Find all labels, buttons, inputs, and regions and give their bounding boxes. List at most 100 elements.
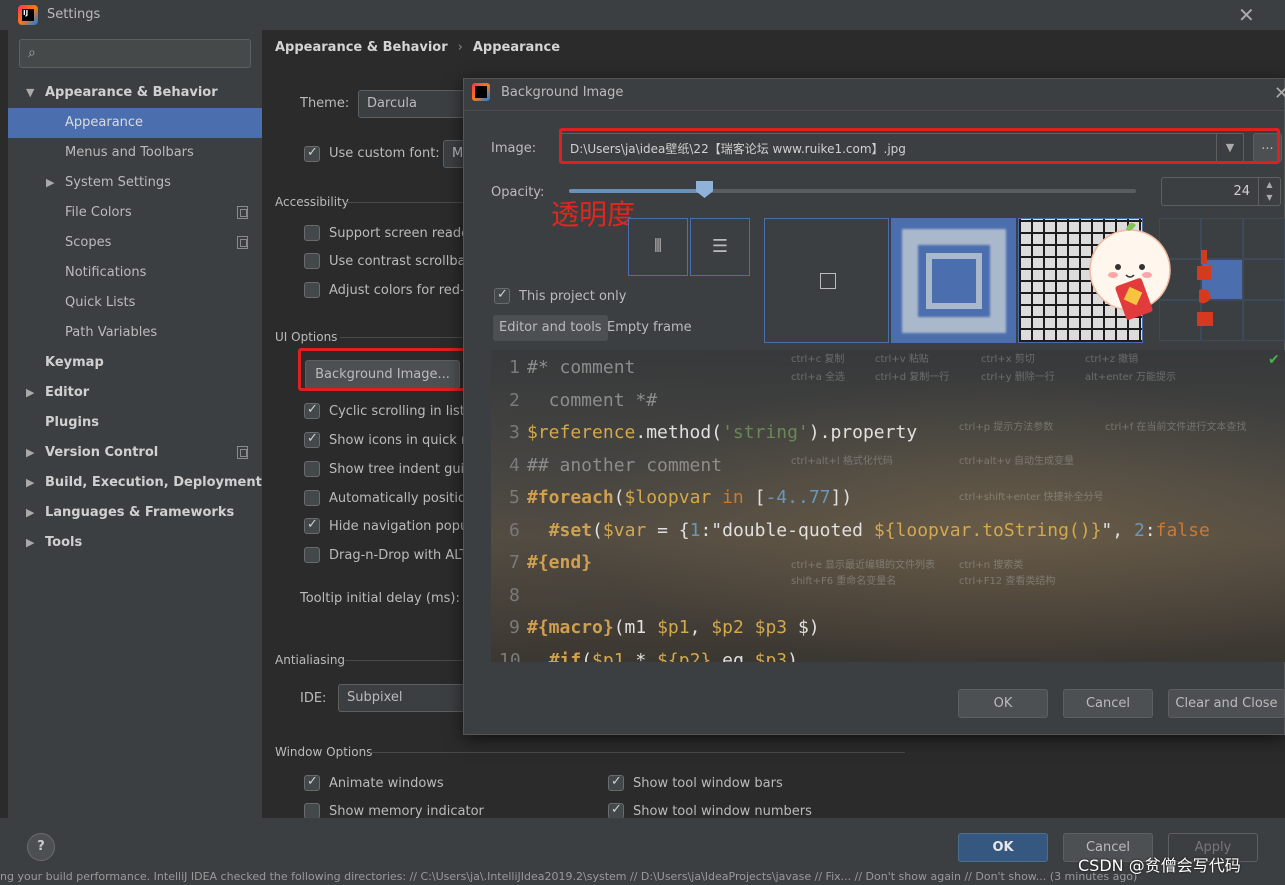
- chevron-right-icon[interactable]: ▶: [46, 168, 54, 198]
- cyclic-scrolling-checkbox[interactable]: [304, 402, 320, 419]
- close-icon[interactable]: ✕: [1238, 3, 1255, 27]
- shortcut-text: ctrl+f 在当前文件进行文本查找: [1105, 422, 1247, 433]
- project-level-icon: [237, 206, 248, 219]
- line-number: 4: [509, 455, 520, 476]
- code-line-5: #foreach($loopvar in [-4..77]): [527, 487, 853, 508]
- cyclic-scrolling-label: Cyclic scrolling in list: [329, 404, 465, 419]
- chevron-right-icon[interactable]: ▶: [26, 528, 34, 558]
- tooltip-delay-label: Tooltip initial delay (ms):: [300, 591, 460, 606]
- chevron-right-icon[interactable]: ▶: [26, 468, 34, 498]
- sidebar-item-notifications[interactable]: Notifications: [8, 258, 262, 288]
- red-figure-svg: [1197, 250, 1213, 326]
- section-divider: [340, 337, 465, 338]
- auto-position-checkbox[interactable]: [304, 490, 320, 506]
- opacity-slider-track[interactable]: [569, 189, 1136, 193]
- breadcrumb-current: Appearance: [472, 40, 561, 55]
- close-icon[interactable]: ✕: [1274, 83, 1285, 104]
- antialiasing-section: Antialiasing: [275, 653, 346, 667]
- code-line-3: $reference.method('string').property: [527, 422, 918, 443]
- sidebar-item-menus-toolbars[interactable]: Menus and Toolbars: [8, 138, 262, 168]
- watermark-text: CSDN @贫僧会写代码: [1078, 856, 1241, 875]
- memory-indicator-checkbox[interactable]: [304, 803, 320, 819]
- window-title: Settings: [47, 7, 101, 22]
- anchor-cell[interactable]: [1243, 259, 1285, 300]
- sidebar-item-path-variables[interactable]: Path Variables: [8, 318, 262, 348]
- tool-window-bars-label: Show tool window bars: [633, 776, 783, 791]
- dialog-cancel-button[interactable]: Cancel: [1063, 689, 1153, 718]
- align-horizontal-center-icon[interactable]: ⫴: [628, 218, 688, 276]
- ide-antialiasing-select[interactable]: Subpixel: [338, 684, 466, 712]
- shortcut-text: ctrl+p 提示方法参数: [959, 422, 1054, 433]
- sidebar-item-editor[interactable]: ▶ Editor: [8, 378, 262, 408]
- anchor-cell[interactable]: [1243, 218, 1285, 259]
- section-divider: [345, 660, 465, 661]
- this-project-only-label: This project only: [519, 289, 627, 304]
- spinner-arrows-icon[interactable]: ▲ ▼: [1258, 178, 1280, 205]
- line-number: 8: [509, 585, 520, 606]
- theme-select[interactable]: Darcula: [358, 90, 468, 118]
- screen-readers-label: Support screen readers: [329, 226, 482, 241]
- tool-window-numbers-checkbox[interactable]: [608, 802, 624, 819]
- chevron-right-icon[interactable]: ▶: [26, 378, 34, 408]
- clear-and-close-button[interactable]: Clear and Close: [1168, 689, 1285, 718]
- code-line-1: #* comment: [527, 357, 636, 378]
- chevron-down-icon[interactable]: ▼: [26, 78, 34, 108]
- drag-drop-alt-checkbox[interactable]: [304, 547, 320, 563]
- inspection-ok-icon: ✔: [1268, 352, 1280, 368]
- theme-label: Theme:: [300, 96, 350, 111]
- hide-nav-popup-checkbox[interactable]: [304, 517, 320, 534]
- chevron-right-icon[interactable]: ▶: [26, 438, 34, 468]
- annotation-label: 透明度: [551, 198, 636, 231]
- dialog-ok-button[interactable]: OK: [958, 689, 1048, 718]
- chevron-right-icon[interactable]: ▶: [26, 498, 34, 528]
- search-icon: ⌕: [28, 45, 36, 61]
- align-vertical-center-icon[interactable]: ☰: [690, 218, 750, 276]
- search-input[interactable]: ⌕: [19, 39, 251, 68]
- shortcut-text: ctrl+n 搜索类: [959, 560, 1024, 571]
- sidebar-item-quick-lists[interactable]: Quick Lists: [8, 288, 262, 318]
- tab-empty-frame[interactable]: Empty frame: [601, 315, 698, 341]
- accessibility-section: Accessibility: [275, 195, 349, 209]
- opacity-label: Opacity:: [491, 185, 545, 200]
- tree-indent-checkbox[interactable]: [304, 461, 320, 477]
- shortcut-text: ctrl+alt+v 自动生成变量: [959, 456, 1074, 467]
- icons-quick-nav-checkbox[interactable]: [304, 431, 320, 448]
- tree-indent-label: Show tree indent guide: [329, 462, 481, 477]
- intellij-logo-icon: IJ: [18, 5, 38, 25]
- animate-windows-checkbox[interactable]: [304, 774, 320, 791]
- sidebar-item-appearance[interactable]: Appearance: [8, 108, 262, 138]
- sidebar-item-appearance-behavior[interactable]: ▼ Appearance & Behavior: [8, 78, 262, 108]
- fill-center-option[interactable]: [764, 218, 889, 343]
- breadcrumb: Appearance & Behavior › Appearance: [275, 40, 560, 55]
- screen-readers-checkbox[interactable]: [304, 225, 320, 241]
- contrast-scrollbars-checkbox[interactable]: [304, 253, 320, 269]
- this-project-only-checkbox[interactable]: [494, 287, 510, 304]
- line-number: 2: [509, 390, 520, 411]
- sidebar-item-tools[interactable]: ▶ Tools: [8, 528, 262, 558]
- sidebar-item-file-colors[interactable]: File Colors: [8, 198, 262, 228]
- custom-font-label: Use custom font:: [329, 146, 440, 161]
- color-adjust-checkbox[interactable]: [304, 282, 320, 298]
- tab-editor-and-tools[interactable]: Editor and tools: [493, 315, 608, 341]
- line-number: 3: [509, 422, 520, 443]
- sidebar-item-languages-frameworks[interactable]: ▶ Languages & Frameworks: [8, 498, 262, 528]
- ok-button[interactable]: OK: [958, 833, 1048, 862]
- custom-font-checkbox[interactable]: [304, 145, 320, 162]
- section-divider: [345, 202, 465, 203]
- help-button[interactable]: ?: [27, 833, 55, 861]
- line-number: 1: [509, 357, 520, 378]
- breadcrumb-parent[interactable]: Appearance & Behavior: [275, 40, 448, 55]
- sidebar-item-plugins[interactable]: Plugins: [8, 408, 262, 438]
- shortcut-text: ctrl+a 全选: [791, 372, 845, 383]
- sidebar-item-build-execution[interactable]: ▶ Build, Execution, Deployment: [8, 468, 262, 498]
- sidebar-item-version-control[interactable]: ▶ Version Control: [8, 438, 262, 468]
- sidebar-item-scopes[interactable]: Scopes: [8, 228, 262, 258]
- highlight-box: [298, 348, 466, 391]
- sidebar-item-system-settings[interactable]: ▶ System Settings: [8, 168, 262, 198]
- highlight-box: [559, 128, 1280, 164]
- anchor-cell[interactable]: [1243, 300, 1285, 341]
- dialog-title: Background Image: [501, 85, 624, 100]
- fill-scale-option[interactable]: [891, 218, 1016, 343]
- sidebar-item-keymap[interactable]: Keymap: [8, 348, 262, 378]
- tool-window-bars-checkbox[interactable]: [608, 774, 624, 791]
